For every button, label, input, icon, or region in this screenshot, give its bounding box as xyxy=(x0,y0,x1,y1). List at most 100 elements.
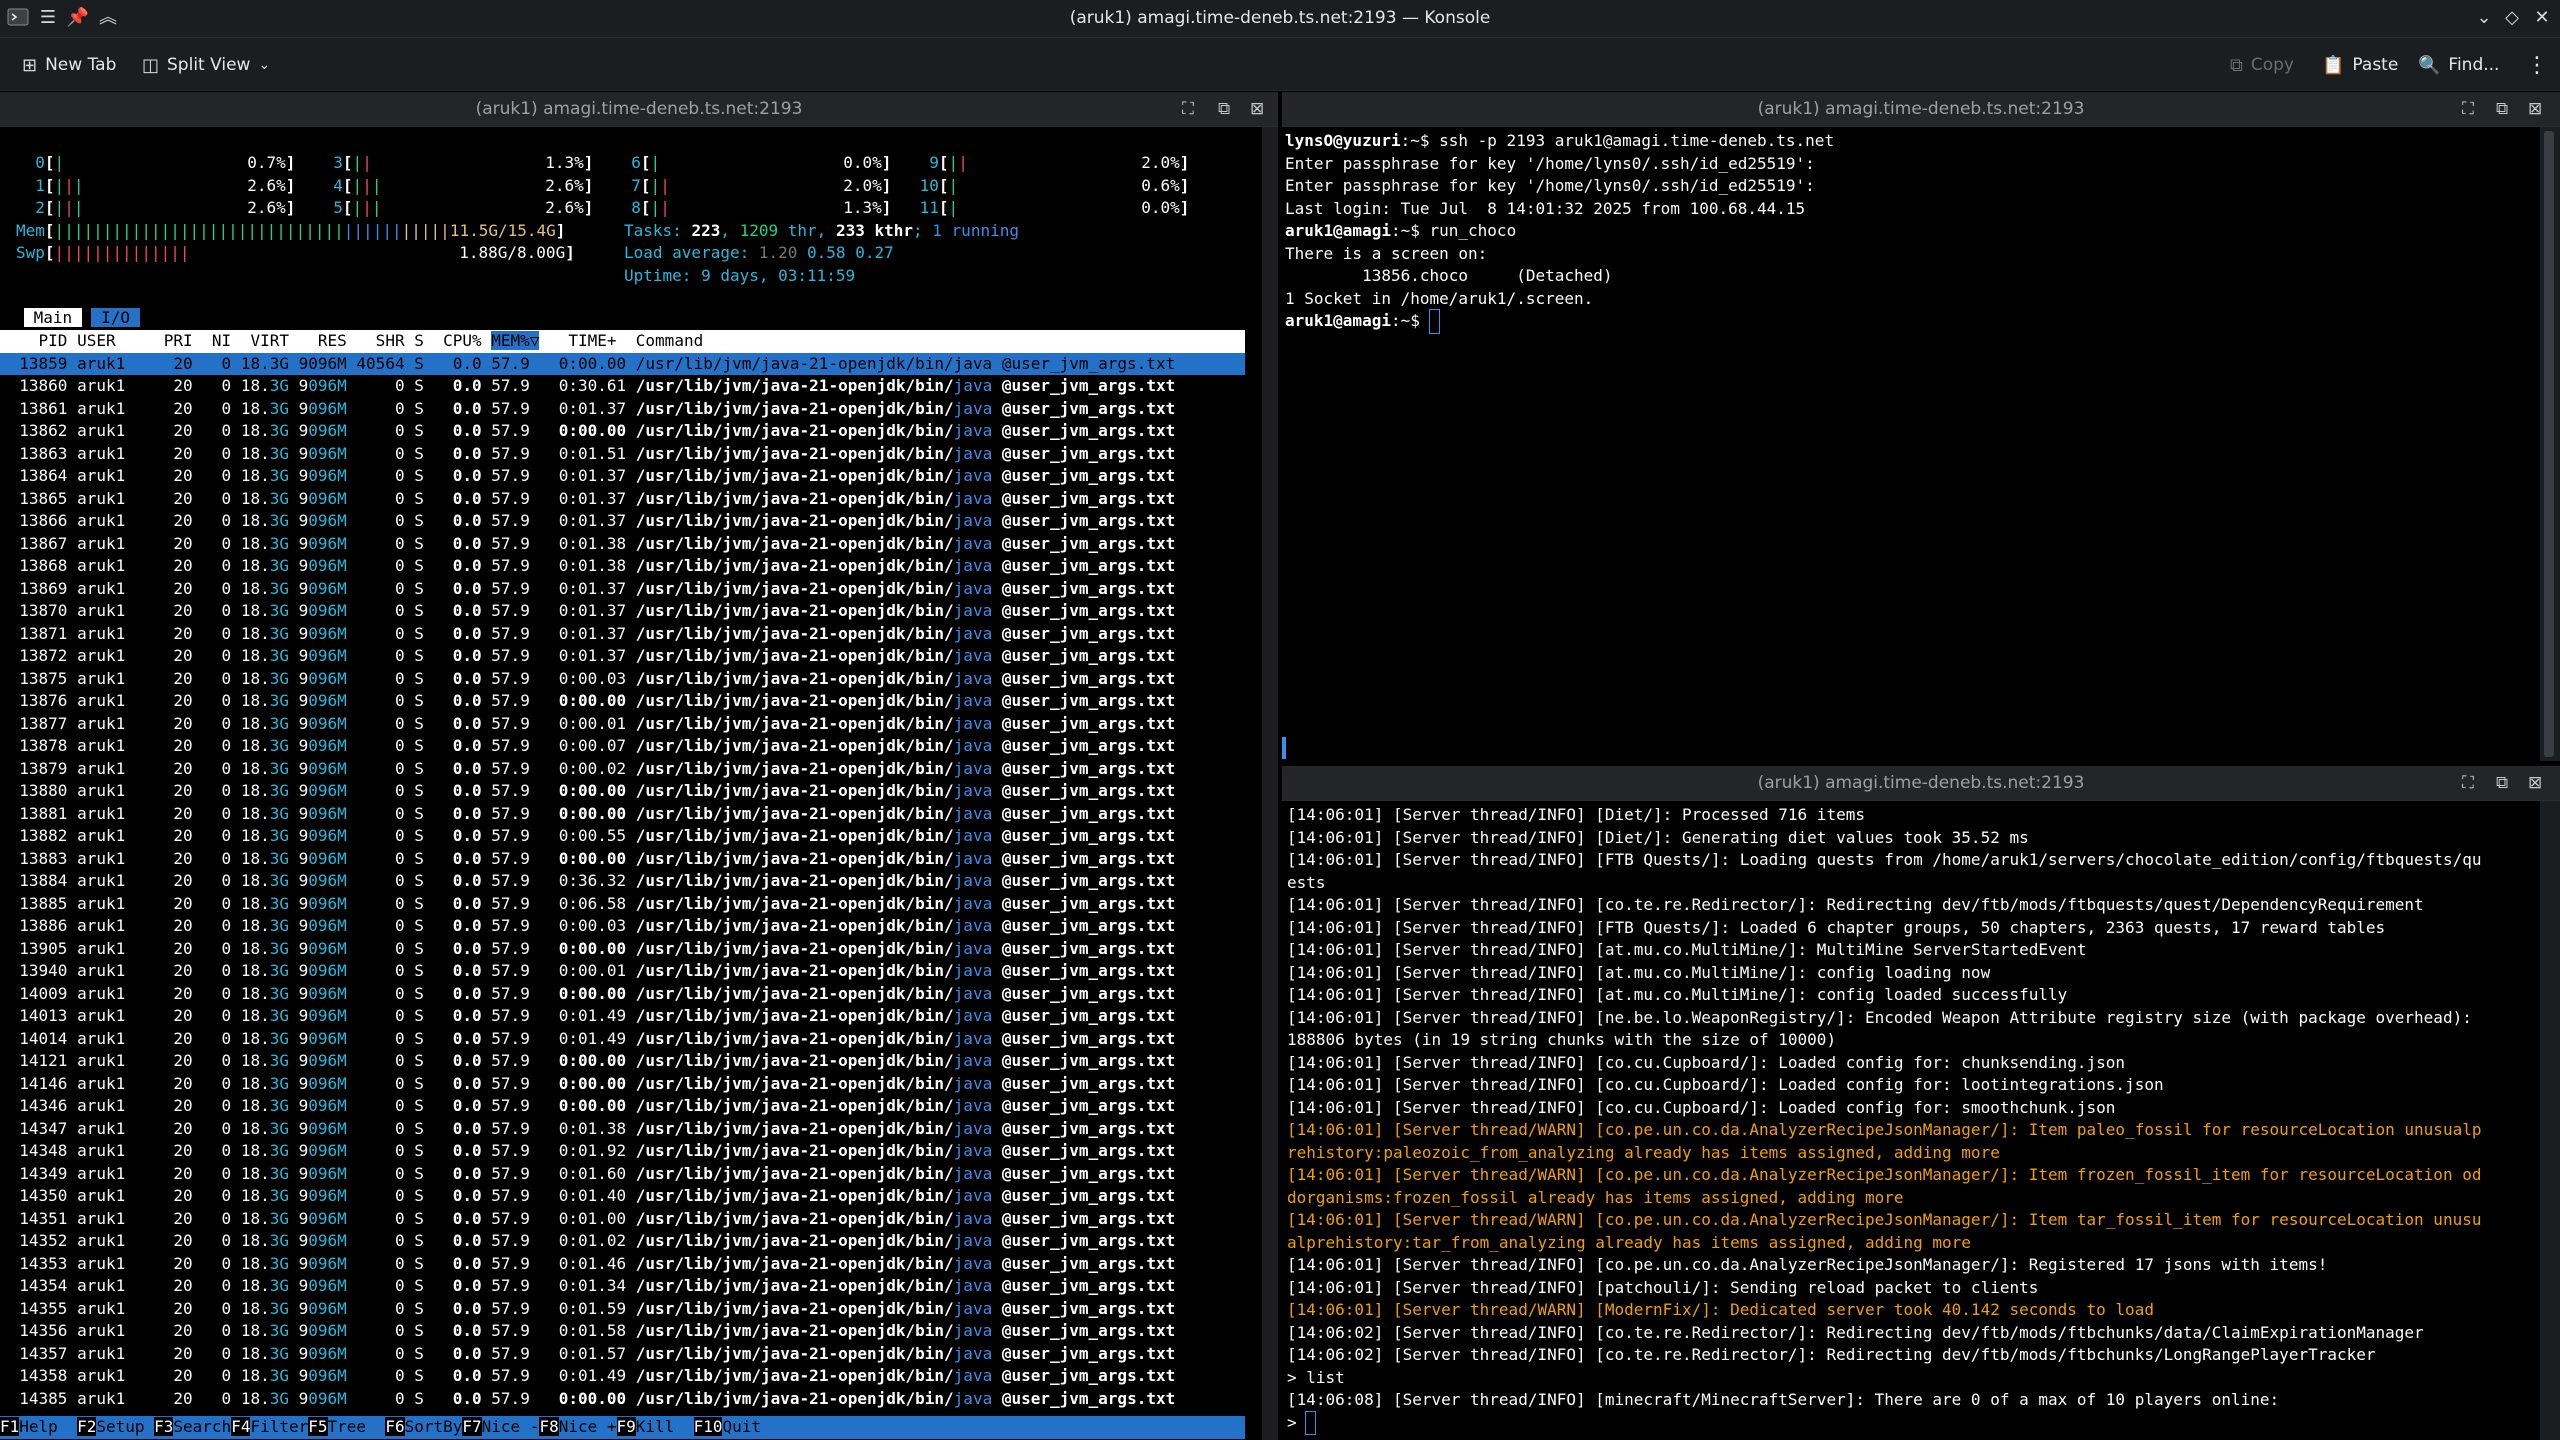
table-row[interactable]: 13872 aruk1 20 0 18.3G 9096M 0 S 0.0 57.… xyxy=(0,645,1175,668)
table-row[interactable]: 13878 aruk1 20 0 18.3G 9096M 0 S 0.0 57.… xyxy=(0,735,1175,758)
table-row[interactable]: 14346 aruk1 20 0 18.3G 9096M 0 S 0.0 57.… xyxy=(0,1095,1175,1118)
right-bottom-scrollbar[interactable] xyxy=(2540,801,2560,1440)
table-row[interactable]: 14353 aruk1 20 0 18.3G 9096M 0 S 0.0 57.… xyxy=(0,1253,1175,1276)
table-row[interactable]: 14357 aruk1 20 0 18.3G 9096M 0 S 0.0 57.… xyxy=(0,1343,1175,1366)
table-row[interactable]: 13879 aruk1 20 0 18.3G 9096M 0 S 0.0 57.… xyxy=(0,758,1175,781)
fkey-f8[interactable]: F8 xyxy=(539,1417,559,1436)
fkey-label[interactable]: Search xyxy=(173,1417,231,1436)
htop-pane[interactable]: 0[| 0.7%] 3[|| 1.3%] 6[| 0.0%] 9[|| 2.0%… xyxy=(0,127,1260,1440)
table-row[interactable]: 13861 aruk1 20 0 18.3G 9096M 0 S 0.0 57.… xyxy=(0,398,1175,421)
table-row[interactable]: 13876 aruk1 20 0 18.3G 9096M 0 S 0.0 57.… xyxy=(0,690,1175,713)
table-row[interactable]: 13875 aruk1 20 0 18.3G 9096M 0 S 0.0 57.… xyxy=(0,668,1175,691)
fkey-f3[interactable]: F3 xyxy=(154,1417,174,1436)
tab-io[interactable]: I/O xyxy=(91,308,140,327)
fkey-label[interactable]: Filter xyxy=(250,1417,308,1436)
close-icon[interactable]: ✕ xyxy=(2530,6,2554,30)
table-row[interactable]: 14356 aruk1 20 0 18.3G 9096M 0 S 0.0 57.… xyxy=(0,1320,1175,1343)
table-row[interactable]: 14350 aruk1 20 0 18.3G 9096M 0 S 0.0 57.… xyxy=(0,1185,1175,1208)
find-button[interactable]: 🔍 Find... xyxy=(2418,51,2499,79)
table-row[interactable]: 13884 aruk1 20 0 18.3G 9096M 0 S 0.0 57.… xyxy=(0,870,1175,893)
copy-button[interactable]: ⧉ Copy xyxy=(2230,51,2294,79)
table-row[interactable]: 14349 aruk1 20 0 18.3G 9096M 0 S 0.0 57.… xyxy=(0,1163,1175,1186)
shell-prompt: lynsO@yuzuri xyxy=(1285,131,1401,150)
row-cpu: 0.0 xyxy=(443,511,482,530)
row-res: 9 xyxy=(289,1366,309,1385)
maximize-pane-icon[interactable]: ⛶ xyxy=(2462,773,2474,793)
fkey-f7[interactable]: F7 xyxy=(462,1417,482,1436)
fkey-label[interactable]: SortBy xyxy=(405,1417,463,1436)
close-pane-icon[interactable]: ⊠ xyxy=(2528,773,2542,793)
fkey-label[interactable]: Quit xyxy=(722,1417,780,1436)
table-row[interactable]: 13885 aruk1 20 0 18.3G 9096M 0 S 0.0 57.… xyxy=(0,893,1175,916)
table-row[interactable]: 13862 aruk1 20 0 18.3G 9096M 0 S 0.0 57.… xyxy=(0,420,1175,443)
table-row[interactable]: 14354 aruk1 20 0 18.3G 9096M 0 S 0.0 57.… xyxy=(0,1275,1175,1298)
table-row-selected[interactable]: 13859 aruk1 20 0 18.3G 9096M 40564 S 0.0… xyxy=(0,352,1245,375)
fkey-label[interactable]: Tree xyxy=(328,1417,386,1436)
fkey-f9[interactable]: F9 xyxy=(616,1417,636,1436)
table-row[interactable]: 13940 aruk1 20 0 18.3G 9096M 0 S 0.0 57.… xyxy=(0,960,1175,983)
table-row[interactable]: 13871 aruk1 20 0 18.3G 9096M 0 S 0.0 57.… xyxy=(0,623,1175,646)
table-row[interactable]: 14348 aruk1 20 0 18.3G 9096M 0 S 0.0 57.… xyxy=(0,1140,1175,1163)
table-row[interactable]: 13870 aruk1 20 0 18.3G 9096M 0 S 0.0 57.… xyxy=(0,600,1175,623)
server-log-pane[interactable]: [14:06:01] [Server thread/INFO] [Diet/]:… xyxy=(1282,801,2540,1440)
table-row[interactable]: 13864 aruk1 20 0 18.3G 9096M 0 S 0.0 57.… xyxy=(0,465,1175,488)
table-row[interactable]: 13877 aruk1 20 0 18.3G 9096M 0 S 0.0 57.… xyxy=(0,713,1175,736)
table-row[interactable]: 13905 aruk1 20 0 18.3G 9096M 0 S 0.0 57.… xyxy=(0,938,1175,961)
header-mem-sorted[interactable]: MEM%▽ xyxy=(491,331,540,350)
table-row[interactable]: 14014 aruk1 20 0 18.3G 9096M 0 S 0.0 57.… xyxy=(0,1028,1175,1051)
table-row[interactable]: 14351 aruk1 20 0 18.3G 9096M 0 S 0.0 57.… xyxy=(0,1208,1175,1231)
row-cpu: 0.0 xyxy=(443,961,482,980)
maximize-icon[interactable]: ◇ xyxy=(2500,6,2524,30)
detach-pane-icon[interactable]: ⧉ xyxy=(2496,99,2508,119)
table-row[interactable]: 13865 aruk1 20 0 18.3G 9096M 0 S 0.0 57.… xyxy=(0,488,1175,511)
fkey-f2[interactable]: F2 xyxy=(77,1417,97,1436)
table-row[interactable]: 13869 aruk1 20 0 18.3G 9096M 0 S 0.0 57.… xyxy=(0,578,1175,601)
table-row[interactable]: 14121 aruk1 20 0 18.3G 9096M 0 S 0.0 57.… xyxy=(0,1050,1175,1073)
table-row[interactable]: 13866 aruk1 20 0 18.3G 9096M 0 S 0.0 57.… xyxy=(0,510,1175,533)
table-row[interactable]: 14352 aruk1 20 0 18.3G 9096M 0 S 0.0 57.… xyxy=(0,1230,1175,1253)
table-row[interactable]: 13863 aruk1 20 0 18.3G 9096M 0 S 0.0 57.… xyxy=(0,443,1175,466)
table-row[interactable]: 13883 aruk1 20 0 18.3G 9096M 0 S 0.0 57.… xyxy=(0,848,1175,871)
table-row[interactable]: 14013 aruk1 20 0 18.3G 9096M 0 S 0.0 57.… xyxy=(0,1005,1175,1028)
fkey-f4[interactable]: F4 xyxy=(231,1417,251,1436)
table-row[interactable]: 14358 aruk1 20 0 18.3G 9096M 0 S 0.0 57.… xyxy=(0,1365,1175,1388)
fkey-f6[interactable]: F6 xyxy=(385,1417,405,1436)
ssh-terminal-pane[interactable]: lynsO@yuzuri:~$ ssh -p 2193 aruk1@amagi.… xyxy=(1282,127,2538,761)
split-view-button[interactable]: ◫ Split View ⌄ xyxy=(142,51,270,79)
fkey-label[interactable]: Kill xyxy=(636,1417,694,1436)
right-top-scrollbar[interactable] xyxy=(2540,127,2560,761)
detach-pane-icon[interactable]: ⧉ xyxy=(1218,99,1230,119)
left-scrollbar[interactable] xyxy=(1262,127,1278,1440)
table-row[interactable]: 13881 aruk1 20 0 18.3G 9096M 0 S 0.0 57.… xyxy=(0,803,1175,826)
table-row[interactable]: 13867 aruk1 20 0 18.3G 9096M 0 S 0.0 57.… xyxy=(0,533,1175,556)
table-row[interactable]: 14146 aruk1 20 0 18.3G 9096M 0 S 0.0 57.… xyxy=(0,1073,1175,1096)
table-row[interactable]: 14009 aruk1 20 0 18.3G 9096M 0 S 0.0 57.… xyxy=(0,983,1175,1006)
more-menu-icon[interactable]: ⋮ xyxy=(2526,51,2548,79)
scrollbar-thumb[interactable] xyxy=(2544,131,2554,757)
paste-button[interactable]: 📋 Paste xyxy=(2322,51,2398,79)
table-row[interactable]: 14355 aruk1 20 0 18.3G 9096M 0 S 0.0 57.… xyxy=(0,1298,1175,1321)
fkey-label[interactable]: Setup xyxy=(96,1417,154,1436)
table-row[interactable]: 14347 aruk1 20 0 18.3G 9096M 0 S 0.0 57.… xyxy=(0,1118,1175,1141)
table-row[interactable]: 13880 aruk1 20 0 18.3G 9096M 0 S 0.0 57.… xyxy=(0,780,1175,803)
maximize-pane-icon[interactable]: ⛶ xyxy=(1182,99,1194,119)
fkey-f10[interactable]: F10 xyxy=(693,1417,723,1436)
tab-main[interactable]: Main xyxy=(24,308,82,327)
fkey-f5[interactable]: F5 xyxy=(308,1417,328,1436)
close-pane-icon[interactable]: ⊠ xyxy=(1250,99,1264,119)
table-row[interactable]: 13882 aruk1 20 0 18.3G 9096M 0 S 0.0 57.… xyxy=(0,825,1175,848)
fkey-f1[interactable]: F1 xyxy=(0,1417,20,1436)
fkey-label[interactable]: Nice + xyxy=(559,1417,617,1436)
table-row[interactable]: 13886 aruk1 20 0 18.3G 9096M 0 S 0.0 57.… xyxy=(0,915,1175,938)
new-tab-button[interactable]: ⊞ New Tab xyxy=(22,51,116,79)
maximize-pane-icon[interactable]: ⛶ xyxy=(2462,99,2474,119)
minimize-icon[interactable]: ⌄ xyxy=(2472,6,2496,30)
fkey-label[interactable]: Nice - xyxy=(482,1417,540,1436)
close-pane-icon[interactable]: ⊠ xyxy=(2528,99,2542,119)
table-row[interactable]: 14385 aruk1 20 0 18.3G 9096M 0 S 0.0 57.… xyxy=(0,1388,1175,1411)
bracket: [ xyxy=(938,198,949,217)
detach-pane-icon[interactable]: ⧉ xyxy=(2496,773,2508,793)
fkey-label[interactable]: Help xyxy=(19,1417,77,1436)
table-row[interactable]: 13868 aruk1 20 0 18.3G 9096M 0 S 0.0 57.… xyxy=(0,555,1175,578)
table-row[interactable]: 13860 aruk1 20 0 18.3G 9096M 0 S 0.0 57.… xyxy=(0,375,1175,398)
